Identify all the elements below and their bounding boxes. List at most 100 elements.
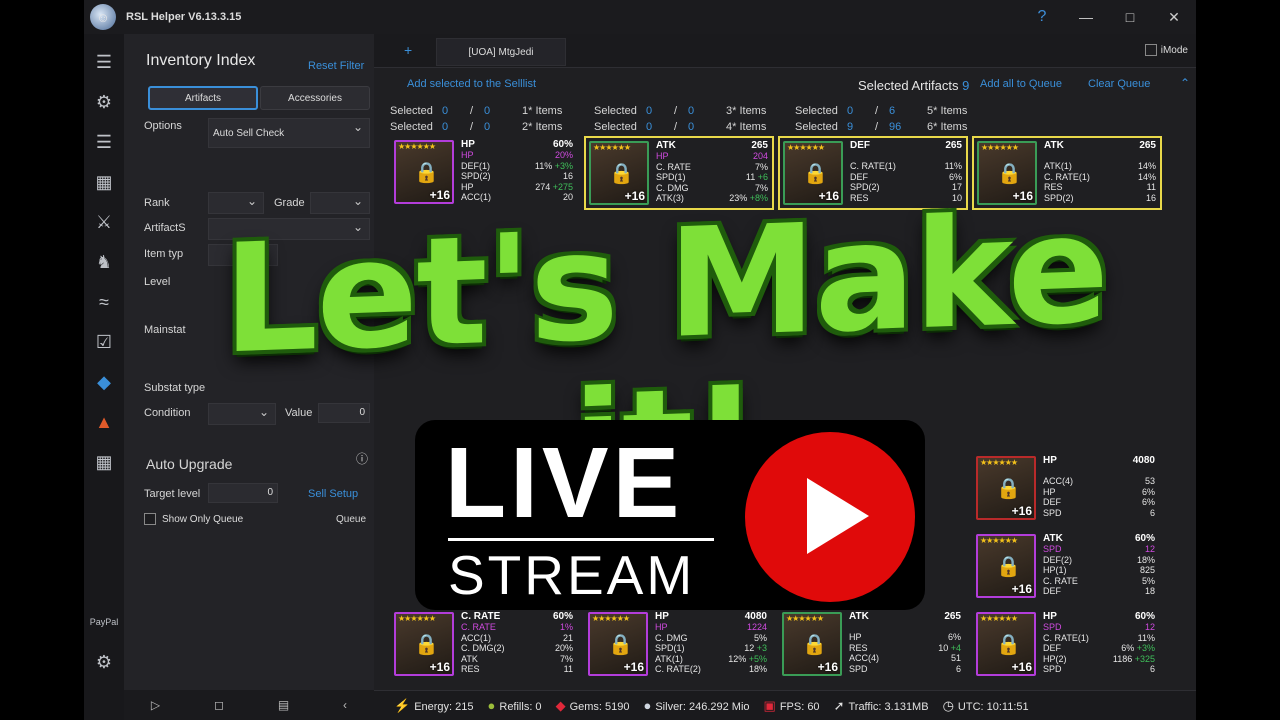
clock-icon: ◷ bbox=[942, 697, 954, 713]
live-divider bbox=[448, 538, 714, 541]
ascension-stat: HP 204 bbox=[656, 151, 768, 162]
fps-icon: ▣ bbox=[763, 697, 776, 713]
selected-artifacts-count: 9 bbox=[962, 78, 970, 93]
main-stat: ATK 60% bbox=[1043, 533, 1155, 544]
rank-select[interactable] bbox=[208, 192, 264, 214]
paypal-icon[interactable]: PayPal bbox=[84, 602, 124, 642]
imode-toggle[interactable]: iMode bbox=[1144, 44, 1188, 56]
stop-icon[interactable]: ◻ bbox=[214, 698, 224, 712]
refills-icon: ● bbox=[487, 698, 496, 713]
lock-icon[interactable]: 🔒 bbox=[414, 160, 439, 185]
help-icon[interactable]: ? bbox=[1020, 0, 1064, 34]
selected-count: 9 bbox=[847, 121, 854, 133]
lock-icon[interactable]: 🔒 bbox=[996, 632, 1021, 657]
list-icon[interactable]: ☰ bbox=[84, 122, 124, 162]
lock-icon[interactable]: 🔒 bbox=[608, 632, 633, 657]
collapse-left-icon[interactable]: ‹ bbox=[343, 698, 347, 712]
slash: / bbox=[674, 105, 678, 117]
substat-row: SPD(1) 12 +3 bbox=[655, 643, 767, 654]
ascension-stat: C. RATE 1% bbox=[461, 622, 573, 633]
slash: / bbox=[470, 121, 474, 133]
imode-checkbox[interactable] bbox=[1144, 44, 1157, 56]
clear-queue-link[interactable]: Clear Queue bbox=[1088, 78, 1150, 90]
collapse-chevron-icon[interactable]: ⌃ bbox=[1180, 76, 1190, 90]
total-count: 0 bbox=[484, 121, 491, 133]
live-text: LIVE bbox=[445, 427, 684, 539]
lock-icon[interactable]: 🔒 bbox=[609, 161, 634, 186]
options-label: Options bbox=[144, 120, 182, 132]
selected-artifacts-label: Selected Artifacts bbox=[858, 78, 959, 93]
settings-icon[interactable]: ⚙ bbox=[84, 642, 124, 682]
show-only-queue-checkbox[interactable] bbox=[144, 513, 156, 525]
lock-icon[interactable]: 🔒 bbox=[996, 554, 1021, 579]
lock-icon[interactable]: 🔒 bbox=[802, 632, 827, 657]
maximize-button[interactable]: □ bbox=[1108, 0, 1152, 34]
substat-row: ACC(4) 51 bbox=[849, 653, 961, 664]
options-select[interactable]: Auto Sell Check bbox=[208, 118, 370, 148]
substat-row: HP(2) 1186 +325 bbox=[1043, 653, 1155, 664]
ascension-stat: SPD 12 bbox=[1043, 622, 1155, 633]
substat-row: SPD(2) 16 bbox=[461, 171, 573, 182]
selected-label: Selected bbox=[594, 121, 637, 133]
checklist-icon[interactable]: ☑ bbox=[84, 322, 124, 362]
minimize-button[interactable]: — bbox=[1064, 0, 1108, 34]
add-selllist-link[interactable]: Add selected to the Selllist bbox=[407, 78, 536, 90]
close-button[interactable]: ✕ bbox=[1152, 0, 1196, 34]
slash: / bbox=[875, 121, 879, 133]
artifact-card[interactable]: ★★★★★★ 🔒 +16 HP 60% SPD 12 C. RATE(1) 11% DEF 6% +… bbox=[972, 608, 1162, 682]
substat-row: ATK(1) 12% +5% bbox=[655, 653, 767, 664]
add-tab-button[interactable]: + bbox=[404, 42, 412, 58]
artifact-card[interactable]: ★★★★★★ 🔒 +16 C. RATE 60% C. RATE 1% ACC(1) 21 C. … bbox=[390, 608, 580, 682]
substat-row: C. RATE(1) 11% bbox=[1043, 632, 1155, 643]
ascension-stat: HP 20% bbox=[461, 150, 573, 161]
substat-row: HP(1) 825 bbox=[1043, 565, 1155, 576]
artifact-image: ★★★★★★ 🔒 +16 bbox=[976, 612, 1036, 676]
artifact-card[interactable]: ★★★★★★ 🔒 +16 ATK 265 HP 6% RES 10 +4 ACC(4) 51 SPD 6 bbox=[778, 608, 968, 682]
substat-row: C. DMG(2) 20% bbox=[461, 643, 573, 654]
tab-artifacts[interactable]: Artifacts bbox=[148, 86, 258, 110]
dragon-icon[interactable]: ♞ bbox=[84, 242, 124, 282]
substat-row: RES 10 +4 bbox=[849, 642, 961, 653]
add-queue-link[interactable]: Add all to Queue bbox=[980, 78, 1062, 90]
grid-icon[interactable]: ▦ bbox=[84, 162, 124, 202]
artifact-level: +16 bbox=[623, 660, 644, 674]
tab-accessories[interactable]: Accessories bbox=[260, 86, 370, 110]
artifact-card[interactable]: ★★★★★★ 🔒 +16 ATK 60% SPD 12 DEF(2) 18% HP(1) 825 C.… bbox=[972, 530, 1162, 604]
stars-icon: ★★★★★★ bbox=[981, 143, 1019, 152]
artifact-image: ★★★★★★ 🔒 +16 bbox=[782, 612, 842, 676]
lock-icon[interactable]: 🔒 bbox=[803, 161, 828, 186]
artifact-level: +16 bbox=[817, 660, 838, 674]
lock-icon[interactable]: 🔒 bbox=[997, 161, 1022, 186]
ascension-stat: SPD 12 bbox=[1043, 544, 1155, 555]
menu-icon[interactable]: ☰ bbox=[84, 42, 124, 82]
play-icon[interactable]: ▷ bbox=[151, 698, 160, 712]
selected-label: Selected bbox=[594, 105, 637, 117]
main-stat: DEF 265 bbox=[850, 140, 962, 151]
swords-icon[interactable]: ⚔ bbox=[84, 202, 124, 242]
substat-row: C. DMG 5% bbox=[655, 632, 767, 643]
status-bar: ⚡ Energy: 215 ● Refills: 0 ◆ Gems: 5190 ● Si… bbox=[374, 690, 1196, 720]
tab-account[interactable]: [UOA] MtgJedi bbox=[436, 38, 566, 66]
flow-icon[interactable]: ≈ bbox=[84, 282, 124, 322]
crystal-icon[interactable]: ◆ bbox=[84, 362, 124, 402]
total-count: 6 bbox=[889, 105, 896, 117]
artifact-image: ★★★★★★ 🔒 +16 bbox=[589, 141, 649, 205]
artifact-card[interactable]: ★★★★★★ 🔒 +16 HP 60% HP 20% DEF(1) 11% +3% SPD(2) 1… bbox=[390, 136, 580, 210]
lock-icon[interactable]: 🔒 bbox=[414, 632, 439, 657]
items-label: 1* Items bbox=[522, 105, 563, 117]
substat-row: C. RATE 7% bbox=[656, 161, 768, 172]
artifact-image: ★★★★★★ 🔒 +16 bbox=[394, 140, 454, 204]
main-stat: C. RATE 60% bbox=[461, 611, 573, 622]
gauge-icon[interactable]: ⚙ bbox=[84, 82, 124, 122]
rank-label: Rank bbox=[144, 197, 170, 209]
stars-icon: ★★★★★★ bbox=[980, 536, 1018, 545]
window-title: RSL Helper V6.13.3.15 bbox=[126, 11, 242, 23]
chart-icon[interactable]: ▤ bbox=[278, 698, 289, 712]
reset-filter-link[interactable]: Reset Filter bbox=[308, 60, 364, 72]
substat-row: HP 274 +275 bbox=[461, 181, 573, 192]
selected-count: 0 bbox=[442, 121, 449, 133]
building-icon[interactable]: ▦ bbox=[84, 442, 124, 482]
demon-icon[interactable]: ▲ bbox=[84, 402, 124, 442]
artifact-level: +16 bbox=[1011, 660, 1032, 674]
artifact-card[interactable]: ★★★★★★ 🔒 +16 HP 4080 HP 1224 C. DMG 5% SPD(1) 12 +… bbox=[584, 608, 774, 682]
